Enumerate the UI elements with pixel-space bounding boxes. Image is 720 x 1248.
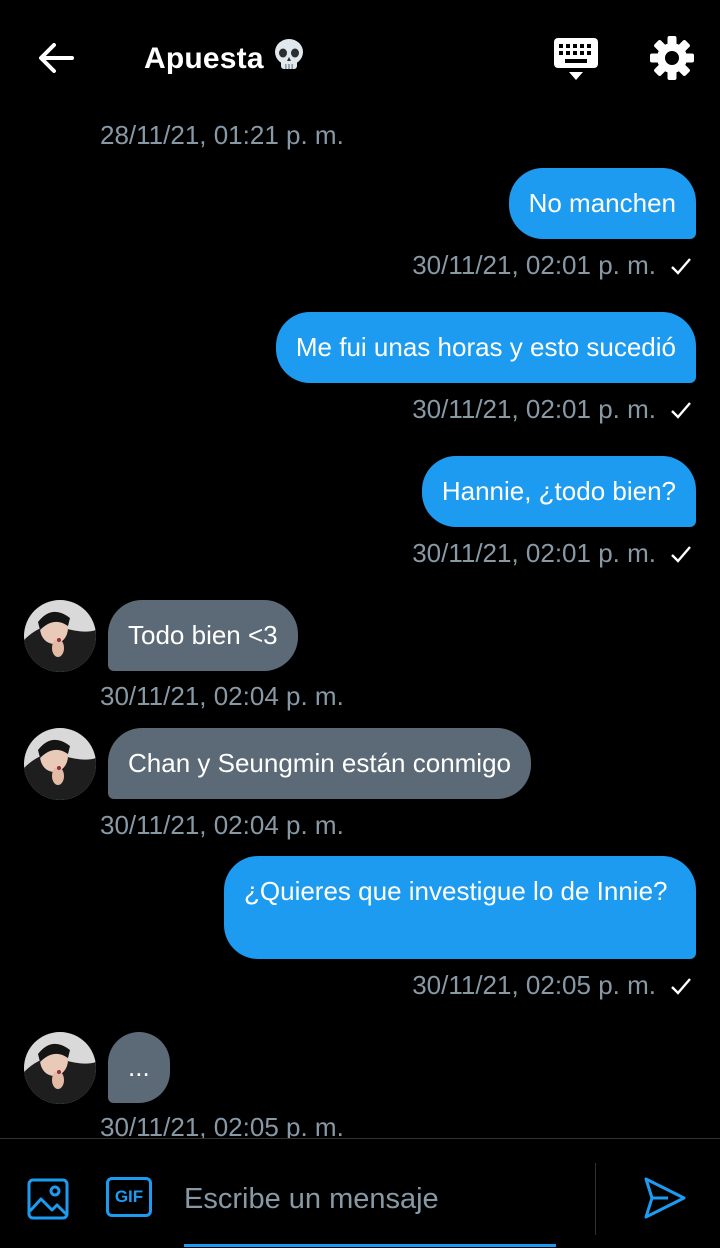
message-timestamp: 28/11/21, 01:21 p. m. [100, 120, 344, 150]
message-meta: 30/11/21, 02:05 p. m. [412, 970, 692, 1001]
composer-divider [595, 1163, 596, 1235]
message-input[interactable] [184, 1161, 556, 1237]
message-timestamp: 30/11/21, 02:01 p. m. [412, 394, 656, 424]
conversation-title[interactable]: Apuesta [144, 38, 306, 80]
outgoing-message-bubble[interactable]: ¿Quieres que investigue lo de Innie? [224, 856, 696, 959]
gear-icon[interactable] [648, 34, 696, 82]
message-timestamp: 30/11/21, 02:05 p. m. [412, 970, 656, 1000]
message-meta: 30/11/21, 02:01 p. m. [412, 250, 692, 281]
incoming-message-bubble[interactable]: Todo bien <3 [108, 600, 298, 671]
gif-label: GIF [114, 1187, 144, 1206]
message-timestamp: 30/11/21, 02:04 p. m. [100, 681, 344, 711]
conversation-header: Apuesta [0, 0, 720, 116]
arrow-left-icon[interactable] [34, 36, 78, 80]
message-text: No manchen [528, 188, 676, 218]
message-timestamp: 30/11/21, 02:01 p. m. [412, 538, 656, 568]
message-text: Todo bien <3 [128, 620, 278, 650]
avatar[interactable] [24, 600, 96, 672]
outgoing-message-bubble[interactable]: Hannie, ¿todo bien? [421, 456, 696, 527]
incoming-message-bubble[interactable]: Chan y Seungmin están conmigo [108, 728, 532, 799]
avatar-photo [24, 600, 96, 672]
skull-emoji-icon [272, 38, 306, 80]
message-composer: GIF [0, 1138, 720, 1248]
message-meta: 30/11/21, 02:01 p. m. [412, 538, 692, 569]
keyboard-icon[interactable] [552, 36, 600, 82]
avatar[interactable] [24, 728, 96, 800]
checkmark-icon [671, 546, 691, 563]
message-text: ... [128, 1052, 150, 1082]
conversation-title-text: Apuesta [144, 42, 264, 75]
outgoing-message-bubble[interactable]: No manchen [508, 168, 696, 239]
incoming-message-bubble[interactable]: ... [108, 1032, 170, 1103]
avatar-photo [24, 728, 96, 800]
message-meta: 30/11/21, 02:01 p. m. [412, 394, 692, 425]
message-timestamp: 30/11/21, 02:04 p. m. [100, 810, 344, 840]
message-text: Hannie, ¿todo bien? [441, 476, 676, 506]
message-input-wrapper [184, 1161, 556, 1247]
message-text: Me fui unas horas y esto sucedió [295, 332, 676, 362]
image-icon[interactable] [26, 1177, 70, 1221]
send-icon[interactable] [642, 1175, 688, 1221]
message-text: Chan y Seungmin están conmigo [128, 748, 512, 778]
avatar-photo [24, 1032, 96, 1104]
gif-button[interactable]: GIF [106, 1177, 152, 1217]
checkmark-icon [671, 978, 691, 995]
checkmark-icon [671, 258, 691, 275]
message-text: ¿Quieres que investigue lo de Innie? [244, 876, 668, 906]
avatar[interactable] [24, 1032, 96, 1104]
message-timestamp: 30/11/21, 02:01 p. m. [412, 250, 656, 280]
outgoing-message-bubble[interactable]: Me fui unas horas y esto sucedió [275, 312, 696, 383]
checkmark-icon [671, 402, 691, 419]
